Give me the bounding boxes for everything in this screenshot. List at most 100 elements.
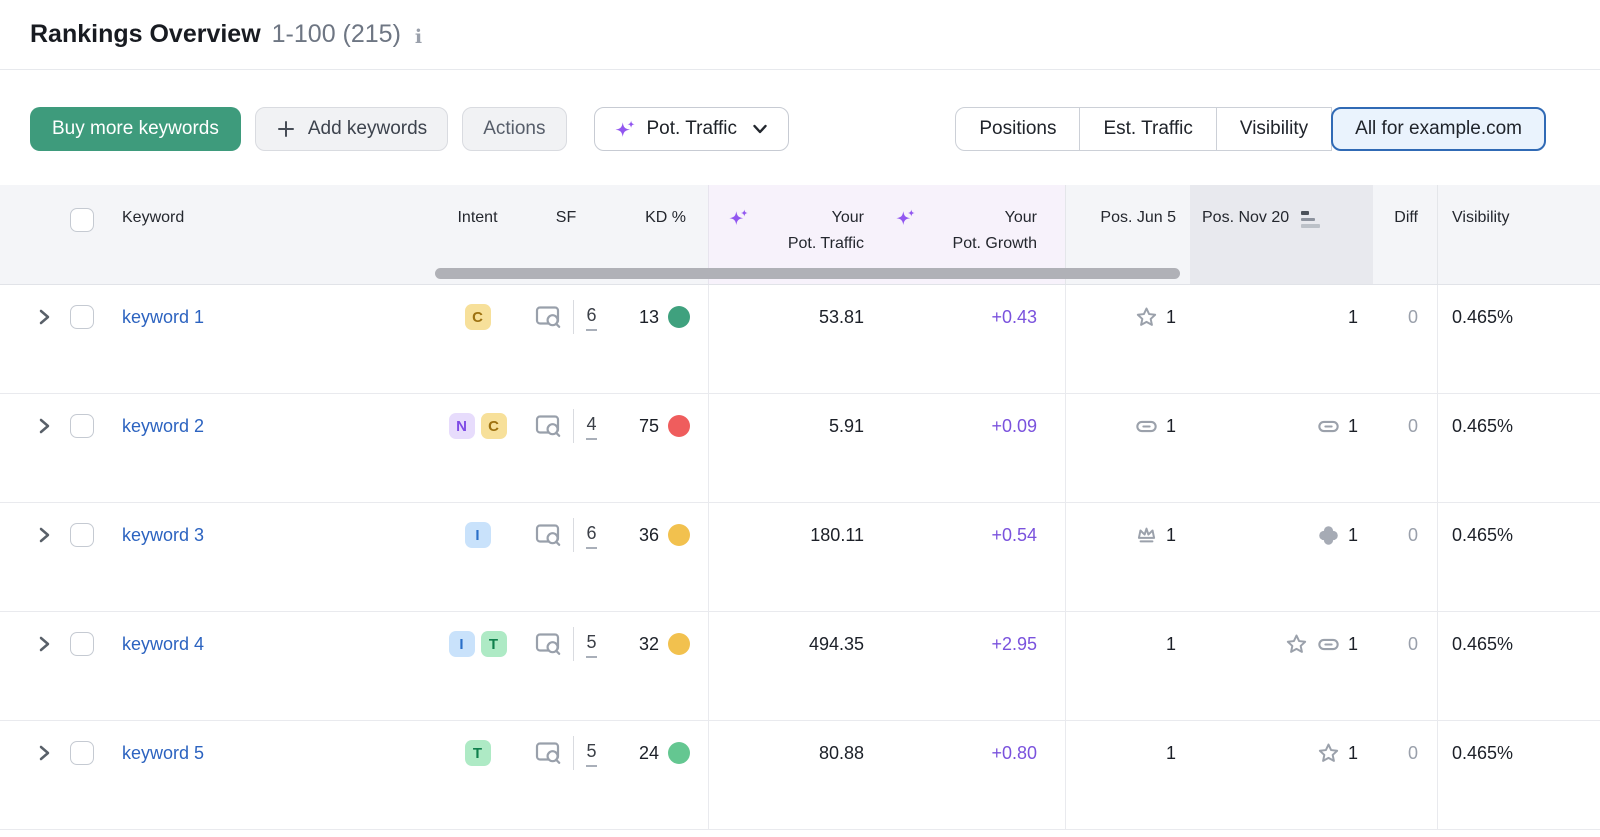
horizontal-scrollbar[interactable] — [435, 268, 1180, 279]
tab-all-for-domain[interactable]: All for example.com — [1331, 107, 1546, 151]
diff-cell: 0 — [1373, 285, 1437, 393]
sort-descending-icon — [1301, 211, 1320, 228]
pot-growth-value: +2.95 — [991, 634, 1037, 655]
kd-value: 75 — [639, 416, 659, 437]
expand-row-icon[interactable] — [34, 415, 54, 437]
keyword-cell: keyword 1 — [0, 285, 435, 393]
row-checkbox[interactable] — [70, 523, 94, 547]
pot-traffic-cell: 180.11 — [708, 503, 880, 611]
pot-traffic-value: 53.81 — [819, 307, 864, 328]
intent-cell: I — [435, 503, 520, 611]
chevron-down-icon — [750, 119, 770, 139]
pos-new-cell: 1 — [1190, 503, 1373, 611]
star-icon — [1316, 741, 1341, 766]
add-keywords-label: Add keywords — [308, 118, 427, 140]
actions-button[interactable]: Actions — [462, 107, 566, 151]
keyword-link[interactable]: keyword 5 — [122, 743, 204, 764]
ai-sparkle-icon — [613, 119, 636, 140]
row-checkbox[interactable] — [70, 632, 94, 656]
pot-growth-value: +0.54 — [991, 525, 1037, 546]
expand-row-icon[interactable] — [34, 306, 54, 328]
add-keywords-button[interactable]: Add keywords — [255, 107, 448, 151]
column-header-diff[interactable]: Diff — [1373, 185, 1437, 284]
visibility-value: 0.465% — [1452, 525, 1513, 546]
ai-sparkle-icon — [894, 208, 916, 237]
star-icon — [1134, 305, 1159, 330]
pos-old-cell: 1 — [1065, 721, 1190, 829]
row-checkbox[interactable] — [70, 305, 94, 329]
select-all-checkbox[interactable] — [70, 208, 94, 232]
intent-badge-informational[interactable]: I — [449, 631, 475, 657]
serp-features-count[interactable]: 6 — [586, 522, 596, 549]
position-value: 1 — [1166, 307, 1176, 328]
row-checkbox[interactable] — [70, 414, 94, 438]
pot-growth-cell: +0.43 — [880, 285, 1065, 393]
intent-cell: IT — [435, 612, 520, 720]
intent-badge-informational[interactable]: I — [465, 522, 491, 548]
position-value: 1 — [1166, 634, 1176, 655]
diff-cell: 0 — [1373, 721, 1437, 829]
pos-old-cell: 1 — [1065, 612, 1190, 720]
view-tabs: Positions Est. Traffic Visibility All fo… — [955, 107, 1546, 151]
info-icon[interactable]: i — [415, 26, 422, 48]
keyword-link[interactable]: keyword 3 — [122, 525, 204, 546]
serp-features-count[interactable]: 5 — [586, 631, 596, 658]
pot-growth-cell: +0.09 — [880, 394, 1065, 502]
intent-badge-transactional[interactable]: T — [481, 631, 507, 657]
keyword-cell: keyword 4 — [0, 612, 435, 720]
visibility-cell: 0.465% — [1437, 612, 1600, 720]
link-icon — [1316, 632, 1341, 657]
column-header-pos-new[interactable]: Pos. Nov 20 — [1190, 185, 1373, 284]
intent-badge-commercial[interactable]: C — [481, 413, 507, 439]
kd-difficulty-dot — [668, 633, 690, 655]
serp-features-count[interactable]: 4 — [586, 413, 596, 440]
kd-cell: 24 — [612, 721, 708, 829]
keyword-link[interactable]: keyword 2 — [122, 416, 204, 437]
diff-value: 0 — [1408, 307, 1418, 328]
serp-features-count[interactable]: 6 — [586, 304, 596, 331]
expand-row-icon[interactable] — [34, 742, 54, 764]
buy-more-keywords-button[interactable]: Buy more keywords — [30, 107, 241, 151]
visibility-value: 0.465% — [1452, 743, 1513, 764]
divider — [573, 518, 574, 552]
visibility-value: 0.465% — [1452, 307, 1513, 328]
position-value: 1 — [1348, 634, 1358, 655]
visibility-value: 0.465% — [1452, 416, 1513, 437]
expand-row-icon[interactable] — [34, 633, 54, 655]
keyword-link[interactable]: keyword 1 — [122, 307, 204, 328]
intent-badge-navigational[interactable]: N — [449, 413, 475, 439]
pot-growth-value: +0.80 — [991, 743, 1037, 764]
tab-positions[interactable]: Positions — [955, 107, 1080, 151]
serp-features-cell: 6 — [520, 285, 612, 393]
expand-row-icon[interactable] — [34, 524, 54, 546]
serp-features-icon — [535, 632, 562, 657]
pot-growth-value: +0.09 — [991, 416, 1037, 437]
intent-badge-transactional[interactable]: T — [465, 740, 491, 766]
table-row: keyword 4IT532494.35+2.951100.465% — [0, 612, 1600, 721]
column-header-visibility[interactable]: Visibility — [1437, 185, 1600, 284]
keyword-link[interactable]: keyword 4 — [122, 634, 204, 655]
kd-cell: 36 — [612, 503, 708, 611]
position-value: 1 — [1348, 416, 1358, 437]
row-checkbox[interactable] — [70, 741, 94, 765]
serp-features-count[interactable]: 5 — [586, 740, 596, 767]
tab-visibility[interactable]: Visibility — [1216, 107, 1332, 151]
position-value: 1 — [1348, 307, 1358, 328]
pot-traffic-value: 80.88 — [819, 743, 864, 764]
kd-value: 13 — [639, 307, 659, 328]
pos-old-cell: 1 — [1065, 394, 1190, 502]
keyword-cell: keyword 2 — [0, 394, 435, 502]
pot-growth-value: +0.43 — [991, 307, 1037, 328]
potential-traffic-dropdown[interactable]: Pot. Traffic — [594, 107, 789, 151]
pos-old-cell: 1 — [1065, 285, 1190, 393]
intent-cell: NC — [435, 394, 520, 502]
serp-features-cell: 5 — [520, 721, 612, 829]
column-header-keyword[interactable]: Keyword — [122, 205, 184, 231]
tab-est-traffic[interactable]: Est. Traffic — [1079, 107, 1216, 151]
link-icon — [1316, 414, 1341, 439]
pot-traffic-value: 5.91 — [829, 416, 864, 437]
intent-badge-commercial[interactable]: C — [465, 304, 491, 330]
plus-icon — [276, 119, 296, 139]
serp-features-icon — [535, 523, 562, 548]
divider — [573, 409, 574, 443]
